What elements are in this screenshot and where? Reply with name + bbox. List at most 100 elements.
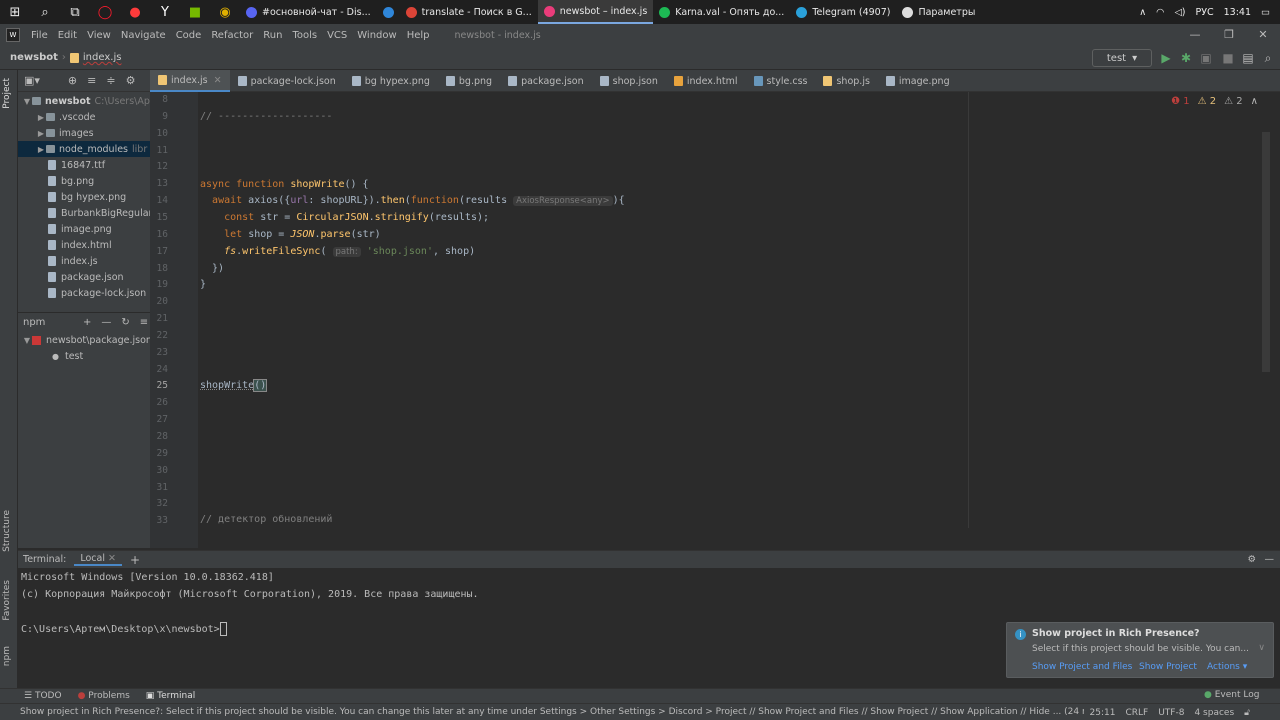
tree-item[interactable]: ▶ images [18, 125, 150, 141]
menu-edit[interactable]: Edit [53, 30, 82, 41]
taskbar-app[interactable]: Параметры [896, 0, 981, 24]
layout-icon[interactable]: ▤ [1240, 50, 1256, 66]
editor-tab[interactable]: bg hypex.png [344, 70, 438, 92]
hide-panel-icon[interactable]: — [1265, 554, 1275, 565]
chrome-icon[interactable]: ◉ [210, 0, 240, 24]
windows-start-icon[interactable]: ⊞ [0, 0, 30, 24]
action-show-project-files[interactable]: Show Project and Files [1032, 662, 1132, 672]
taskbar-app[interactable]: #основной-чат - Dis... [240, 0, 377, 24]
nvidia-icon[interactable]: ■ [180, 0, 210, 24]
indent-setting[interactable]: 4 spaces [1194, 708, 1234, 718]
editor-tab[interactable]: shop.json [592, 70, 666, 92]
code-editor[interactable]: ❶ 1 ⚠ 2 ⚠ 2 ∧ // ------------------- asy… [198, 92, 1270, 548]
tree-item[interactable]: package.json [18, 269, 150, 285]
menu-navigate[interactable]: Navigate [116, 30, 171, 41]
remove-icon[interactable]: — [101, 317, 111, 328]
editor-tab[interactable]: package.json [500, 70, 592, 92]
taskbar-app[interactable]: newsbot – index.js [537, 0, 654, 24]
restore-icon[interactable]: ❐ [1212, 24, 1246, 46]
expand-icon[interactable]: ∨ [1258, 643, 1265, 653]
menu-vcs[interactable]: VCS [322, 30, 352, 41]
yandex-icon[interactable]: Y [150, 0, 180, 24]
tree-item[interactable]: image.png [18, 221, 150, 237]
language-indicator[interactable]: РУС [1195, 7, 1213, 18]
menu-window[interactable]: Window [352, 30, 401, 41]
new-terminal-icon[interactable]: + [130, 553, 140, 567]
menu-code[interactable]: Code [171, 30, 207, 41]
chevron-up-icon[interactable]: ∧ [1251, 96, 1258, 107]
opera-icon[interactable]: ◯ [90, 0, 120, 24]
npm-script[interactable]: ● test [18, 348, 150, 364]
menu-refactor[interactable]: Refactor [206, 30, 258, 41]
taskbar-app[interactable] [377, 0, 400, 24]
chevron-up-icon[interactable]: ∧ [1139, 7, 1146, 18]
structure-tool-tab[interactable]: Structure [2, 510, 12, 552]
editor-tab[interactable]: style.css [746, 70, 816, 92]
tree-item[interactable]: index.html [18, 237, 150, 253]
tree-item[interactable]: ▶ node_modules libr [18, 141, 150, 157]
tree-root[interactable]: ▼ newsbot C:\Users\Арт [18, 93, 150, 109]
menu-help[interactable]: Help [402, 30, 435, 41]
event-log[interactable]: ● Event Log [1204, 690, 1259, 700]
breadcrumb-file[interactable]: index.js [83, 52, 122, 63]
opera-gx-icon[interactable]: ● [120, 0, 150, 24]
tree-item[interactable]: bg.png [18, 173, 150, 189]
line-separator[interactable]: CRLF [1125, 708, 1148, 718]
editor-tab[interactable]: package-lock.json [230, 70, 344, 92]
add-icon[interactable]: + [83, 317, 91, 328]
menu-tools[interactable]: Tools [287, 30, 322, 41]
coverage-icon[interactable]: ▣ [1198, 50, 1214, 66]
menu-file[interactable]: File [26, 30, 53, 41]
editor-tab[interactable]: image.png [878, 70, 958, 92]
tree-item[interactable]: bg hypex.png [18, 189, 150, 205]
project-tool-tab[interactable]: Project [2, 78, 12, 109]
tree-item[interactable]: 16847.ttf [18, 157, 150, 173]
task-view-icon[interactable]: ⧉ [60, 0, 90, 24]
minimize-icon[interactable]: — [1178, 24, 1212, 46]
favorites-tool-tab[interactable]: Favorites [2, 580, 12, 621]
status-message[interactable]: Show project in Rich Presence?: Select i… [20, 707, 1142, 717]
search-everywhere-icon[interactable]: ⌕ [1260, 50, 1276, 66]
menu-view[interactable]: View [82, 30, 116, 41]
tree-item[interactable]: ▶ .vscode [18, 109, 150, 125]
close-icon[interactable]: ✕ [1246, 24, 1280, 46]
search-icon[interactable]: ⌕ [30, 0, 60, 24]
editor-scrollbar[interactable] [1262, 132, 1270, 372]
gear-icon[interactable]: ⚙ [126, 74, 136, 87]
close-icon[interactable]: ✕ [214, 75, 222, 86]
taskbar-app[interactable]: Telegram (4907) [790, 0, 896, 24]
action-more[interactable]: Actions ▾ [1207, 662, 1247, 672]
close-icon[interactable]: ✕ [108, 553, 116, 564]
npm-package[interactable]: ▼ newsbot\package.json [18, 332, 150, 348]
inspection-widget[interactable]: ❶ 1 ⚠ 2 ⚠ 2 ∧ [1171, 96, 1258, 107]
editor-tab[interactable]: bg.png [438, 70, 500, 92]
run-icon[interactable]: ▶ [1158, 50, 1174, 66]
stop-icon[interactable]: ■ [1220, 50, 1236, 66]
wifi-icon[interactable]: ◠ [1156, 7, 1164, 18]
debug-icon[interactable]: ✱ [1178, 50, 1194, 66]
action-show-project[interactable]: Show Project [1139, 662, 1197, 672]
expand-all-icon[interactable]: ≑ [106, 74, 115, 87]
project-view-icon[interactable]: ▣▾ [24, 74, 40, 87]
lock-icon[interactable]: 🔓︎ [1244, 708, 1250, 718]
tree-item[interactable]: BurbankBigRegular- [18, 205, 150, 221]
terminal-tab[interactable]: ▣ Terminal [146, 691, 195, 701]
volume-icon[interactable]: ◁) [1174, 7, 1185, 18]
menu-run[interactable]: Run [258, 30, 287, 41]
run-config-select[interactable]: test ▾ [1092, 49, 1152, 67]
caret-position[interactable]: 25:11 [1090, 708, 1116, 718]
clock[interactable]: 13:41 [1224, 7, 1251, 18]
breadcrumb-project[interactable]: newsbot [0, 52, 58, 63]
editor-tab[interactable]: index.html [666, 70, 746, 92]
refresh-icon[interactable]: ↻ [121, 317, 129, 328]
taskbar-app[interactable]: Karna.val - Опять до... [653, 0, 790, 24]
gear-icon[interactable]: ⚙ [1247, 554, 1256, 565]
tree-item[interactable]: package-lock.json [18, 285, 150, 301]
todo-tab[interactable]: ☰ TODO [24, 691, 62, 701]
locate-icon[interactable]: ⊕ [68, 74, 77, 87]
editor-tab[interactable]: index.js ✕ [150, 70, 230, 92]
tree-item[interactable]: index.js [18, 253, 150, 269]
notifications-icon[interactable]: ▭ [1261, 7, 1270, 18]
file-encoding[interactable]: UTF-8 [1158, 708, 1184, 718]
problems-tab[interactable]: ● Problems [78, 691, 130, 701]
